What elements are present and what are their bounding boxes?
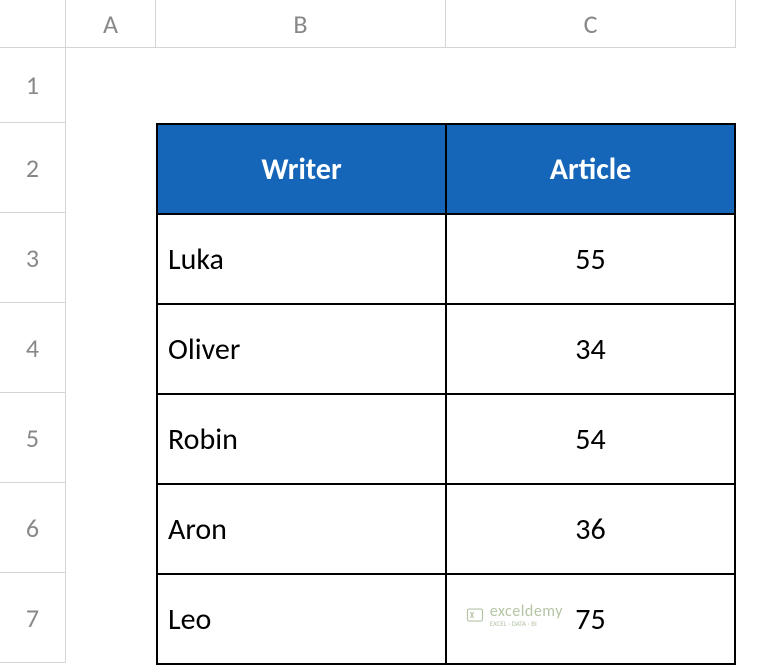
- watermark: exceldemy EXCEL · DATA · BI: [466, 602, 563, 628]
- cell-a5[interactable]: [66, 393, 156, 483]
- cell-article[interactable]: 34: [446, 304, 735, 394]
- table-row: Aron 36: [157, 484, 735, 574]
- row-header-6[interactable]: 6: [0, 483, 66, 573]
- data-table-container: Writer Article Luka 55 Oliver 34 Robin 5…: [156, 123, 736, 665]
- cell-a4[interactable]: [66, 303, 156, 393]
- cell-writer[interactable]: Luka: [157, 214, 446, 304]
- row-header-5[interactable]: 5: [0, 393, 66, 483]
- col-header-a[interactable]: A: [66, 0, 156, 48]
- table-row: Oliver 34: [157, 304, 735, 394]
- cell-article[interactable]: 55: [446, 214, 735, 304]
- row-header-4[interactable]: 4: [0, 303, 66, 393]
- table-row: Leo 75: [157, 574, 735, 664]
- table-row: Robin 54: [157, 394, 735, 484]
- cell-writer[interactable]: Robin: [157, 394, 446, 484]
- cell-article[interactable]: 36: [446, 484, 735, 574]
- cell-article[interactable]: 54: [446, 394, 735, 484]
- cell-writer[interactable]: Oliver: [157, 304, 446, 394]
- cell-writer[interactable]: Leo: [157, 574, 446, 664]
- row-header-3[interactable]: 3: [0, 213, 66, 303]
- watermark-text-container: exceldemy EXCEL · DATA · BI: [490, 602, 563, 628]
- table-header-row: Writer Article: [157, 124, 735, 214]
- data-table: Writer Article Luka 55 Oliver 34 Robin 5…: [156, 123, 736, 665]
- cell-c1[interactable]: [446, 48, 736, 123]
- col-header-c[interactable]: C: [446, 0, 736, 48]
- header-writer[interactable]: Writer: [157, 124, 446, 214]
- cell-a7[interactable]: [66, 573, 156, 663]
- cell-a1[interactable]: [66, 48, 156, 123]
- col-header-b[interactable]: B: [156, 0, 446, 48]
- cell-a3[interactable]: [66, 213, 156, 303]
- cell-a2[interactable]: [66, 123, 156, 213]
- cell-a6[interactable]: [66, 483, 156, 573]
- cell-b1[interactable]: [156, 48, 446, 123]
- corner-cell[interactable]: [0, 0, 66, 48]
- row-header-7[interactable]: 7: [0, 573, 66, 663]
- header-article[interactable]: Article: [446, 124, 735, 214]
- watermark-icon: [466, 606, 484, 624]
- cell-writer[interactable]: Aron: [157, 484, 446, 574]
- row-header-1[interactable]: 1: [0, 48, 66, 123]
- row-header-2[interactable]: 2: [0, 123, 66, 213]
- table-row: Luka 55: [157, 214, 735, 304]
